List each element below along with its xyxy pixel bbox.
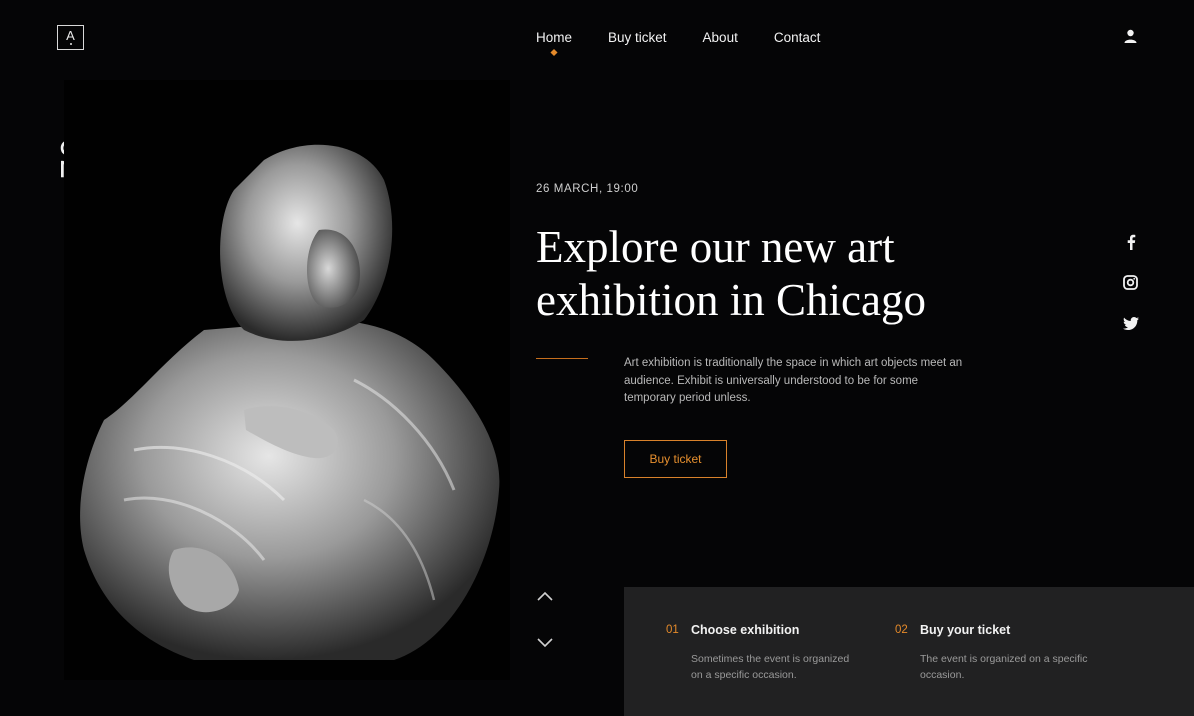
buy-ticket-button[interactable]: Buy ticket: [624, 440, 727, 478]
step-number: 02: [895, 624, 908, 636]
logo-dot: [70, 43, 72, 45]
hero-title-line-1: Explore our new art: [536, 222, 895, 272]
accent-divider: [536, 358, 588, 359]
step-number: 01: [666, 624, 679, 636]
user-icon[interactable]: [1123, 29, 1138, 44]
hero-statue-image: [64, 80, 510, 680]
step-title: Choose exhibition: [691, 623, 800, 637]
instagram-icon[interactable]: [1122, 274, 1139, 291]
hero-description: Art exhibition is traditionally the spac…: [624, 357, 963, 405]
statue-illustration: [80, 144, 500, 660]
step-description: The event is organized on a specific occ…: [920, 653, 1088, 681]
steps-panel: 01 Choose exhibition Sometimes the event…: [624, 587, 1194, 716]
hero-title-line-2: exhibition in Chicago: [536, 275, 926, 325]
chevron-down-icon[interactable]: [536, 637, 554, 649]
logo[interactable]: A: [57, 25, 84, 50]
nav-home[interactable]: Home: [536, 29, 572, 47]
step-description: Sometimes the event is organized on a sp…: [691, 653, 850, 681]
facebook-icon[interactable]: [1122, 233, 1139, 250]
nav-about[interactable]: About: [703, 29, 738, 47]
chevron-up-icon[interactable]: [536, 590, 554, 602]
twitter-icon[interactable]: [1122, 315, 1139, 332]
event-date: 26 MARCH, 19:00: [536, 183, 639, 195]
nav-contact[interactable]: Contact: [774, 29, 821, 47]
nav-buy-ticket[interactable]: Buy ticket: [608, 29, 667, 47]
main-nav: Home Buy ticket About Contact: [536, 29, 856, 47]
hero-title: Explore our new art exhibition in Chicag…: [536, 221, 1006, 327]
step-title: Buy your ticket: [920, 623, 1011, 637]
